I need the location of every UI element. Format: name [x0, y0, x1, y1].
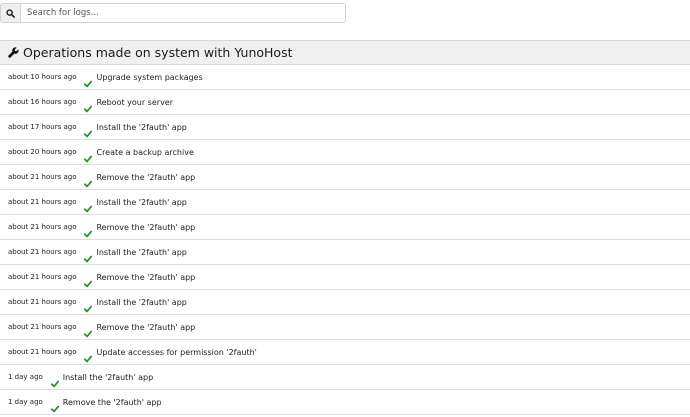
- log-time: 1 day ago: [8, 373, 43, 381]
- log-time: about 21 hours ago: [8, 273, 77, 281]
- log-time: about 10 hours ago: [8, 73, 77, 81]
- log-row[interactable]: about 21 hours ago Remove the '2fauth' ap…: [0, 165, 690, 190]
- log-description: Install the '2fauth' app: [62, 372, 154, 382]
- log-row[interactable]: about 21 hours ago Install the '2fauth' a…: [0, 240, 690, 265]
- log-description: Remove the '2fauth' app: [96, 172, 196, 182]
- log-row[interactable]: about 21 hours ago Remove the '2fauth' ap…: [0, 265, 690, 290]
- log-row[interactable]: about 21 hours ago Remove the '2fauth' ap…: [0, 215, 690, 240]
- log-row[interactable]: about 17 hours ago Install the '2fauth' a…: [0, 115, 690, 140]
- check-icon: [84, 223, 93, 238]
- log-time: about 21 hours ago: [8, 298, 77, 306]
- check-icon: [84, 123, 93, 138]
- check-icon: [84, 273, 93, 288]
- log-row[interactable]: about 10 hours ago Upgrade system package…: [0, 65, 690, 90]
- log-description: Create a backup archive: [96, 147, 194, 157]
- log-time: about 21 hours ago: [8, 323, 77, 331]
- check-icon: [50, 373, 59, 388]
- log-description: Install the '2fauth' app: [96, 297, 187, 307]
- check-icon: [84, 98, 93, 113]
- check-icon: [84, 298, 93, 313]
- operations-panel: Operations made on system with YunoHost …: [0, 40, 690, 415]
- log-time: about 17 hours ago: [8, 123, 77, 131]
- check-icon: [50, 398, 59, 413]
- panel-header: Operations made on system with YunoHost: [0, 41, 690, 65]
- log-row[interactable]: about 21 hours ago Remove the '2fauth' ap…: [0, 315, 690, 340]
- log-description: Upgrade system packages: [96, 72, 203, 82]
- log-row[interactable]: about 20 hours ago Create a backup archiv…: [0, 140, 690, 165]
- log-time: about 21 hours ago: [8, 173, 77, 181]
- log-time: about 21 hours ago: [8, 198, 77, 206]
- check-icon: [84, 248, 93, 263]
- log-time: about 21 hours ago: [8, 223, 77, 231]
- search-icon[interactable]: [0, 3, 20, 23]
- wrench-icon: [8, 47, 19, 58]
- log-description: Install the '2fauth' app: [96, 197, 187, 207]
- log-time: about 20 hours ago: [8, 148, 77, 156]
- log-description: Remove the '2fauth' app: [96, 222, 196, 232]
- panel-title: Operations made on system with YunoHost: [23, 45, 293, 60]
- log-description: Remove the '2fauth' app: [62, 397, 162, 407]
- log-list: about 10 hours ago Upgrade system package…: [0, 65, 690, 415]
- log-row[interactable]: 1 day ago Install the '2fauth' app: [0, 365, 690, 390]
- log-description: Install the '2fauth' app: [96, 122, 187, 132]
- log-time: about 16 hours ago: [8, 98, 77, 106]
- log-time: about 21 hours ago: [8, 248, 77, 256]
- log-description: Reboot your server: [96, 97, 174, 107]
- search-input[interactable]: [20, 3, 346, 23]
- check-icon: [84, 198, 93, 213]
- log-row[interactable]: about 16 hours ago Reboot your server: [0, 90, 690, 115]
- log-row[interactable]: about 21 hours ago Install the '2fauth' a…: [0, 290, 690, 315]
- check-icon: [84, 148, 93, 163]
- log-description: Remove the '2fauth' app: [96, 272, 196, 282]
- check-icon: [84, 323, 93, 338]
- log-row[interactable]: about 21 hours ago Install the '2fauth' a…: [0, 190, 690, 215]
- log-time: about 21 hours ago: [8, 348, 77, 356]
- log-description: Install the '2fauth' app: [96, 247, 187, 257]
- log-row[interactable]: about 21 hours ago Update accesses for pe…: [0, 340, 690, 365]
- log-description: Remove the '2fauth' app: [96, 322, 196, 332]
- log-time: 1 day ago: [8, 398, 43, 406]
- log-description: Update accesses for permission '2fauth': [96, 347, 257, 357]
- log-row[interactable]: 1 day ago Remove the '2fauth' app: [0, 390, 690, 415]
- search-bar: [0, 3, 346, 23]
- check-icon: [84, 348, 93, 363]
- check-icon: [84, 73, 93, 88]
- check-icon: [84, 173, 93, 188]
